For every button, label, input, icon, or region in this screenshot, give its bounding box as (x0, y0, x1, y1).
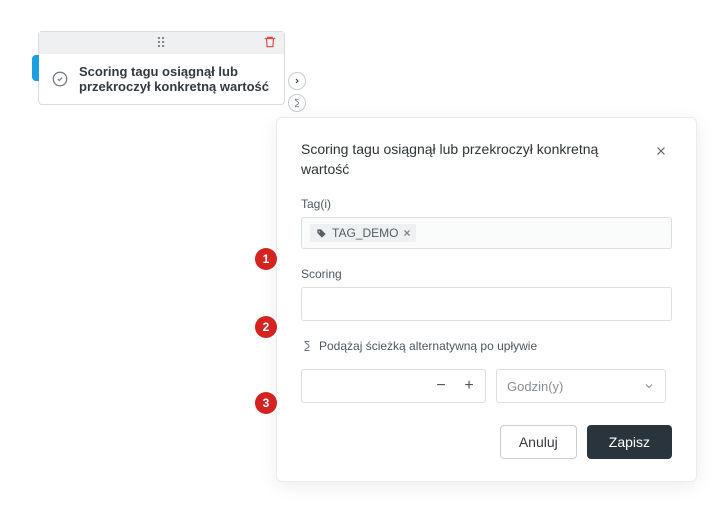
drag-handle-icon[interactable]: ⠿ (156, 36, 167, 50)
cancel-button[interactable]: Anuluj (500, 425, 577, 459)
tag-chip[interactable]: TAG_DEMO × (310, 224, 416, 242)
trigger-node[interactable]: ⠿ Scoring tagu osiągnął lub przekroczył … (38, 31, 285, 105)
node-body: Scoring tagu osiągnął lub przekroczył ko… (39, 54, 284, 104)
annotation-marker-3: 3 (255, 392, 277, 414)
scoring-input[interactable] (301, 287, 672, 321)
alt-path-row: Podążaj ścieżką alternatywną po upływie (301, 339, 672, 353)
hourglass-icon (301, 340, 313, 352)
unit-select[interactable]: Godzin(y) (496, 369, 666, 403)
stepper-plus-button[interactable]: + (455, 370, 483, 402)
annotation-marker-1: 1 (255, 248, 277, 270)
node-title: Scoring tagu osiągnął lub przekroczył ko… (79, 64, 272, 94)
tag-icon (316, 228, 327, 239)
close-icon[interactable] (650, 140, 672, 162)
save-button[interactable]: Zapisz (587, 425, 672, 459)
alt-path-label: Podążaj ścieżką alternatywną po upływie (319, 339, 537, 353)
chevron-down-icon (643, 380, 655, 392)
remove-tag-icon[interactable]: × (403, 226, 410, 240)
config-panel: Scoring tagu osiągnął lub przekroczył ko… (276, 117, 697, 482)
tag-score-icon (51, 70, 69, 88)
unit-select-label: Godzin(y) (507, 379, 563, 394)
time-stepper[interactable]: − + (301, 369, 486, 403)
node-input-connector (32, 55, 39, 81)
node-alt-connector-icon[interactable] (288, 94, 306, 112)
tag-input[interactable]: TAG_DEMO × (301, 217, 672, 249)
node-output-connector-icon[interactable] (288, 72, 306, 90)
tag-field-label: Tag(i) (301, 197, 672, 211)
tag-chip-label: TAG_DEMO (332, 226, 398, 240)
stepper-minus-button[interactable]: − (427, 370, 455, 402)
time-value-input[interactable] (317, 375, 427, 398)
trash-icon[interactable] (262, 34, 278, 50)
node-header[interactable]: ⠿ (39, 32, 284, 54)
panel-title: Scoring tagu osiągnął lub przekroczył ko… (301, 140, 621, 179)
annotation-marker-2: 2 (255, 316, 277, 338)
scoring-field-label: Scoring (301, 267, 672, 281)
